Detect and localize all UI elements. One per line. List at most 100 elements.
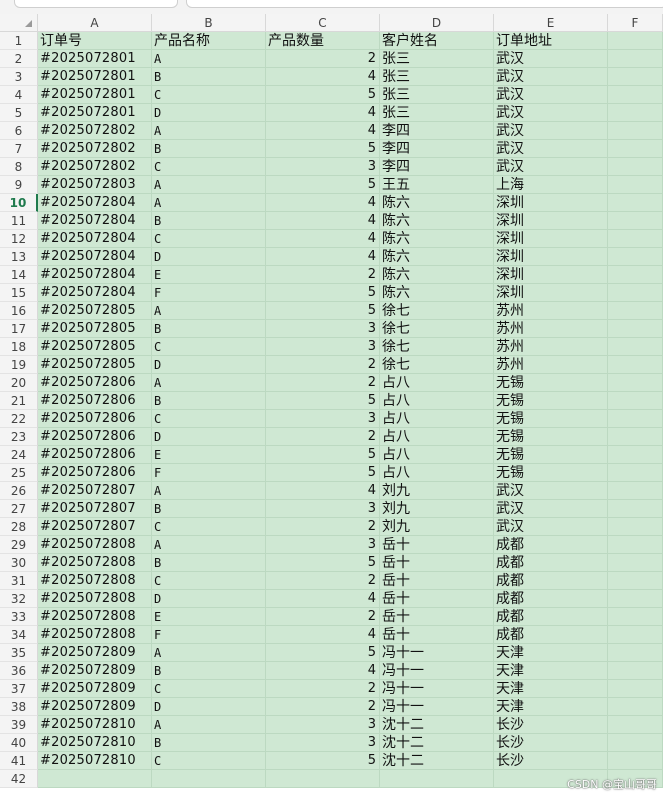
cell[interactable]: 订单号 — [38, 32, 152, 50]
cell[interactable]: #2025072808 — [38, 554, 152, 572]
cell[interactable]: F — [152, 464, 266, 482]
cell[interactable] — [608, 122, 663, 140]
cell[interactable]: 3 — [266, 338, 380, 356]
cell[interactable]: 苏州 — [494, 320, 608, 338]
cell[interactable]: 武汉 — [494, 518, 608, 536]
cell[interactable]: #2025072804 — [38, 194, 152, 212]
cell[interactable] — [608, 104, 663, 122]
cell[interactable]: 4 — [266, 248, 380, 266]
cell[interactable] — [608, 572, 663, 590]
cell[interactable] — [608, 536, 663, 554]
cell[interactable] — [608, 644, 663, 662]
cell[interactable]: 无锡 — [494, 392, 608, 410]
cell[interactable]: C — [152, 338, 266, 356]
cell[interactable]: D — [152, 428, 266, 446]
row-header[interactable]: 34 — [0, 626, 38, 644]
cell[interactable]: 天津 — [494, 644, 608, 662]
cell[interactable]: 5 — [266, 446, 380, 464]
row-header[interactable]: 23 — [0, 428, 38, 446]
row-header[interactable]: 2 — [0, 50, 38, 68]
cell[interactable]: 沈十二 — [380, 716, 494, 734]
cell[interactable]: 无锡 — [494, 410, 608, 428]
cell[interactable]: A — [152, 176, 266, 194]
cell[interactable] — [608, 374, 663, 392]
cell[interactable]: 5 — [266, 284, 380, 302]
cell[interactable]: #2025072804 — [38, 230, 152, 248]
row-header[interactable]: 33 — [0, 608, 38, 626]
cell[interactable]: #2025072804 — [38, 284, 152, 302]
cell[interactable]: #2025072809 — [38, 680, 152, 698]
cell[interactable] — [608, 608, 663, 626]
cell[interactable]: C — [152, 518, 266, 536]
cell[interactable]: 武汉 — [494, 86, 608, 104]
column-header-b[interactable]: B — [152, 14, 266, 32]
cell[interactable]: 张三 — [380, 86, 494, 104]
cell[interactable]: #2025072802 — [38, 158, 152, 176]
cell[interactable]: 徐七 — [380, 320, 494, 338]
cell[interactable] — [608, 554, 663, 572]
cell[interactable]: 4 — [266, 590, 380, 608]
row-header[interactable]: 19 — [0, 356, 38, 374]
row-header[interactable]: 12 — [0, 230, 38, 248]
cell[interactable] — [608, 338, 663, 356]
cell[interactable]: 4 — [266, 626, 380, 644]
cell[interactable]: 深圳 — [494, 266, 608, 284]
cell[interactable]: 无锡 — [494, 374, 608, 392]
cell[interactable]: 刘九 — [380, 518, 494, 536]
row-header[interactable]: 26 — [0, 482, 38, 500]
cell[interactable]: 3 — [266, 734, 380, 752]
row-header[interactable]: 11 — [0, 212, 38, 230]
cell[interactable] — [608, 410, 663, 428]
row-header[interactable]: 35 — [0, 644, 38, 662]
cell[interactable]: #2025072808 — [38, 626, 152, 644]
cell[interactable]: #2025072808 — [38, 536, 152, 554]
cell[interactable]: 李四 — [380, 140, 494, 158]
cell[interactable]: 2 — [266, 50, 380, 68]
cell[interactable]: #2025072803 — [38, 176, 152, 194]
cell[interactable]: 武汉 — [494, 50, 608, 68]
cell[interactable]: A — [152, 644, 266, 662]
cell[interactable]: 4 — [266, 482, 380, 500]
cell[interactable]: 苏州 — [494, 302, 608, 320]
cell[interactable]: #2025072806 — [38, 392, 152, 410]
row-header[interactable]: 6 — [0, 122, 38, 140]
cell[interactable]: 占八 — [380, 392, 494, 410]
cell[interactable]: 成都 — [494, 626, 608, 644]
cell[interactable]: A — [152, 374, 266, 392]
cell[interactable] — [608, 518, 663, 536]
cell[interactable] — [152, 770, 266, 788]
column-header-c[interactable]: C — [266, 14, 380, 32]
cell[interactable]: C — [152, 158, 266, 176]
cell[interactable]: 张三 — [380, 68, 494, 86]
cell[interactable]: #2025072809 — [38, 644, 152, 662]
row-header[interactable]: 42 — [0, 770, 38, 788]
cell[interactable]: 产品数量 — [266, 32, 380, 50]
cell[interactable] — [608, 752, 663, 770]
cell[interactable]: D — [152, 248, 266, 266]
cell[interactable]: D — [152, 698, 266, 716]
cell[interactable]: #2025072802 — [38, 140, 152, 158]
cell[interactable]: 成都 — [494, 536, 608, 554]
cell[interactable]: 无锡 — [494, 428, 608, 446]
cell[interactable] — [608, 176, 663, 194]
cell[interactable]: 岳十 — [380, 536, 494, 554]
cell[interactable]: 冯十一 — [380, 698, 494, 716]
cell[interactable]: 2 — [266, 356, 380, 374]
cell[interactable]: 武汉 — [494, 104, 608, 122]
cell[interactable]: 陈六 — [380, 194, 494, 212]
cell[interactable]: 沈十二 — [380, 752, 494, 770]
cell[interactable]: 陈六 — [380, 284, 494, 302]
cell[interactable] — [266, 770, 380, 788]
cell[interactable]: A — [152, 302, 266, 320]
cell[interactable]: 天津 — [494, 680, 608, 698]
cell[interactable]: B — [152, 500, 266, 518]
cell[interactable]: 4 — [266, 122, 380, 140]
cell[interactable] — [608, 194, 663, 212]
cell[interactable]: #2025072805 — [38, 338, 152, 356]
cell[interactable]: B — [152, 320, 266, 338]
row-header[interactable]: 14 — [0, 266, 38, 284]
name-box[interactable] — [14, 0, 178, 8]
cell[interactable]: 2 — [266, 518, 380, 536]
row-header[interactable]: 38 — [0, 698, 38, 716]
cell[interactable]: #2025072806 — [38, 374, 152, 392]
